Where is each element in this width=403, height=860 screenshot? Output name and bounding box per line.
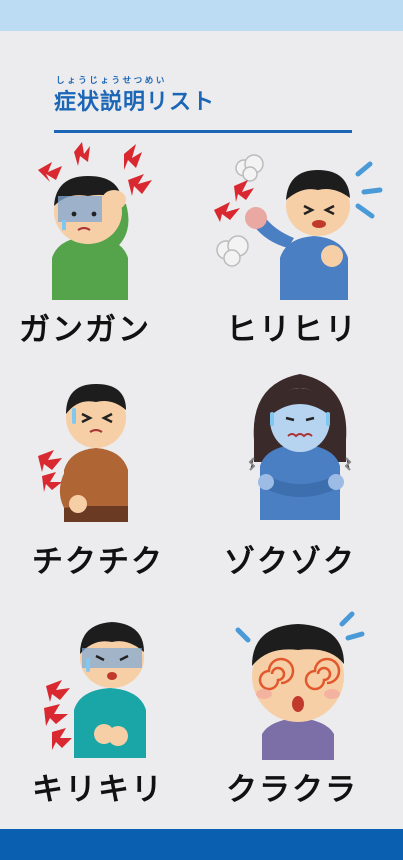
symptom-card-kirikiri[interactable]: キリキリ	[0, 610, 190, 825]
prickling-pain-illustration	[38, 384, 128, 522]
symptom-card-zokuzoku[interactable]: ゾクゾク	[200, 370, 390, 585]
symptom-card-kurakura[interactable]: クラクラ	[200, 610, 390, 825]
stomach-cramp-illustration	[44, 622, 146, 758]
symptom-label: チクチク	[32, 544, 164, 580]
bottom-bar	[0, 829, 403, 860]
page-title: 症状説明リスト	[54, 90, 216, 115]
chills-illustration	[248, 374, 352, 520]
symptom-label: クラクラ	[226, 772, 358, 808]
headache-pounding-illustration	[38, 142, 152, 300]
symptom-card-hirihiri[interactable]: ヒリヒリ	[200, 140, 390, 355]
symptom-label: キリキリ	[32, 772, 164, 808]
symptom-label: ゾクゾク	[224, 544, 356, 580]
top-bar	[0, 0, 403, 31]
title-divider	[54, 130, 352, 133]
symptom-label: ガンガン	[19, 312, 151, 348]
symptom-label: ヒリヒリ	[226, 312, 358, 348]
symptom-card-gangan[interactable]: ガンガン	[0, 140, 190, 355]
stinging-burn-illustration	[214, 154, 383, 300]
dizziness-illustration	[235, 611, 365, 760]
symptom-card-chikuchiku[interactable]: チクチク	[0, 370, 190, 585]
